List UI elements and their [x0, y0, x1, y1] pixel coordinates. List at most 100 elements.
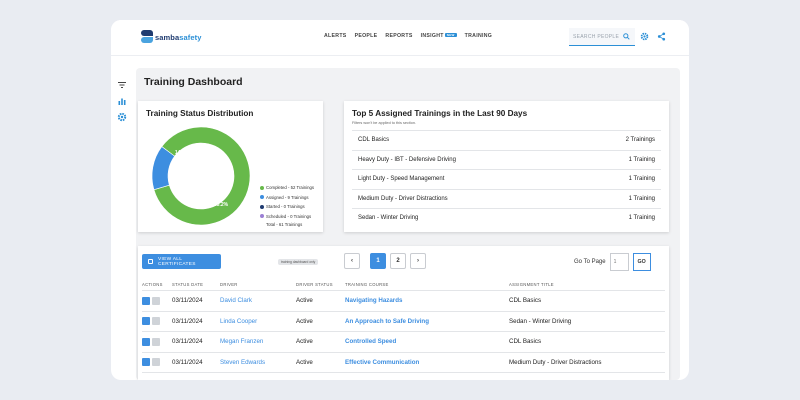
table-row: 03/11/2024 Steven Edwards Active Effective …: [142, 353, 665, 373]
page-2-button[interactable]: 2: [390, 253, 406, 269]
view-all-certificates-button[interactable]: VIEW ALL CERTIFICATES: [142, 254, 221, 269]
training-name: Heavy Duty - IBT - Defensive Driving: [358, 156, 456, 163]
search-input[interactable]: [573, 32, 619, 42]
column-header-assignment-title[interactable]: ASSIGNMENT TITLE: [509, 279, 665, 290]
training-table-card: VIEW ALL CERTIFICATES training dashboard…: [138, 246, 669, 380]
top-training-row: Light Duty - Speed Management 1 Training: [352, 169, 661, 189]
status-card-title: Training Status Distribution: [146, 109, 254, 118]
legend-swatch: [260, 214, 264, 219]
go-to-page-label: Go To Page: [574, 259, 606, 265]
brand-suffix: safety: [179, 32, 202, 42]
status-donut-chart: 14.8% 85.2%: [151, 126, 251, 226]
training-course[interactable]: Controlled Speed: [345, 338, 509, 345]
legend-label: Started - 0 Trainings: [266, 204, 305, 210]
next-page-button[interactable]: ›: [410, 253, 426, 269]
document-icon[interactable]: [152, 317, 160, 326]
legend-label: Completed - 52 Trainings: [266, 185, 315, 191]
nav-training[interactable]: TRAINING: [465, 33, 492, 39]
legend-total: Total - 61 Trainings: [266, 222, 303, 227]
share-icon[interactable]: [657, 32, 666, 41]
certificate-icon[interactable]: [142, 317, 150, 326]
donut-slice-completed[interactable]: [153, 126, 251, 226]
main-nav: ALERTS PEOPLE REPORTS INSIGHT NEW TRAININ…: [324, 33, 492, 39]
settings-gear-icon[interactable]: [640, 32, 649, 41]
training-name: Medium Duty - Driver Distractions: [358, 195, 448, 202]
driver-name[interactable]: Megan Franzen: [220, 338, 296, 345]
certificate-icon[interactable]: [142, 296, 150, 305]
driver-status: Active: [296, 358, 313, 366]
legend-item[interactable]: Started - 0 Trainings: [260, 202, 314, 212]
legend-item[interactable]: Assigned - 9 Trainings: [260, 193, 314, 203]
training-name: Sedan - Winter Driving: [358, 215, 419, 222]
certificate-icon: [148, 259, 153, 264]
top-training-row: Sedan - Winter Driving 1 Training: [352, 208, 661, 228]
driver-status: Active: [296, 317, 313, 325]
nav-insight[interactable]: INSIGHT NEW: [421, 33, 457, 39]
column-header-actions[interactable]: ACTIONS: [142, 279, 172, 290]
driver-name[interactable]: Steven Edwards: [220, 359, 296, 366]
pagination: ‹ 1 2 ›: [344, 253, 426, 269]
table-row: 03/11/2024 David Clark Active Navigating Ha…: [142, 291, 665, 312]
page-1-button[interactable]: 1: [370, 253, 386, 269]
legend-label: Assigned - 9 Trainings: [266, 194, 309, 200]
top-training-row: Medium Duty - Driver Distractions 1 Train…: [352, 188, 661, 209]
filter-tag: training dashboard only: [278, 259, 319, 265]
brand-logo[interactable]: sambasafety: [141, 29, 202, 45]
certificate-icon[interactable]: [142, 337, 150, 346]
go-button[interactable]: GO: [632, 253, 651, 271]
table-row: 03/11/2024 Megan Franzen Active Controlled …: [142, 332, 665, 353]
legend-swatch: [260, 185, 264, 190]
training-count: 1 Training: [628, 176, 655, 183]
driver-status: Active: [296, 338, 313, 346]
donut-label-completed: 85.2%: [214, 202, 229, 208]
column-header-driver-status[interactable]: DRIVER STATUS: [296, 279, 345, 290]
go-to-page: Go To Page GO: [574, 253, 651, 271]
prev-page-button[interactable]: ‹: [344, 253, 360, 269]
column-header-driver[interactable]: DRIVER: [220, 279, 296, 290]
nav-insight-label: INSIGHT: [420, 33, 444, 39]
logo-mark-icon: [141, 30, 153, 44]
dashboard-panel: Training Dashboard Training Status Distr…: [136, 68, 680, 380]
top-navbar: sambasafety ALERTS PEOPLE REPORTS INSIGH…: [111, 20, 689, 56]
document-icon[interactable]: [152, 337, 160, 346]
status-date: 03/11/2024: [172, 317, 203, 325]
top-training-row: Heavy Duty - IBT - Defensive Driving 1 Tr…: [352, 149, 661, 170]
legend-label: Scheduled - 0 Trainings: [266, 213, 312, 219]
bar-chart-icon[interactable]: [117, 96, 127, 106]
driver-status: Active: [296, 297, 313, 305]
status-legend: Completed - 52 Trainings Assigned - 9 Tra…: [260, 183, 314, 227]
filter-icon[interactable]: [117, 80, 127, 90]
search-icon[interactable]: [623, 33, 630, 40]
column-header-status-date[interactable]: STATUS DATE: [172, 279, 220, 290]
certificate-icon[interactable]: [142, 358, 150, 367]
training-course[interactable]: Navigating Hazards: [345, 297, 509, 304]
training-name: CDL Basics: [358, 137, 390, 144]
column-header-training-course[interactable]: TRAINING COURSE: [345, 279, 509, 290]
training-count: 1 Training: [628, 156, 655, 163]
driver-name[interactable]: David Clark: [220, 297, 296, 304]
page-number-input[interactable]: [609, 253, 629, 271]
row-actions: [142, 337, 172, 346]
status-date: 03/11/2024: [172, 338, 203, 346]
document-icon[interactable]: [152, 296, 160, 305]
nav-alerts[interactable]: ALERTS: [324, 33, 347, 39]
driver-name[interactable]: Linda Cooper: [220, 318, 296, 325]
nav-reports[interactable]: REPORTS: [385, 33, 412, 39]
top-trainings-title: Top 5 Assigned Trainings in the Last 90 …: [352, 109, 528, 118]
training-count: 1 Training: [628, 195, 655, 202]
training-course[interactable]: Effective Communication: [345, 359, 509, 366]
status-distribution-card: Training Status Distribution 14.8% 85.2%…: [138, 101, 323, 232]
top-trainings-subtitle: Filters won't be applied to this section…: [352, 121, 417, 125]
training-course[interactable]: An Approach to Safe Driving: [345, 318, 509, 325]
legend-item[interactable]: Scheduled - 0 Trainings: [260, 212, 314, 222]
donut-label-assigned: 14.8%: [175, 150, 190, 156]
gear-icon[interactable]: [117, 112, 127, 122]
legend-item[interactable]: Completed - 52 Trainings: [260, 183, 314, 193]
row-actions: [142, 317, 172, 326]
top-training-row: CDL Basics 2 Trainings: [352, 130, 661, 150]
nav-people[interactable]: PEOPLE: [355, 33, 378, 39]
document-icon[interactable]: [152, 358, 160, 367]
assignment-title: CDL Basics: [509, 338, 542, 346]
status-date: 03/11/2024: [172, 358, 203, 366]
view-all-certificates-label: VIEW ALL CERTIFICATES: [157, 256, 196, 267]
